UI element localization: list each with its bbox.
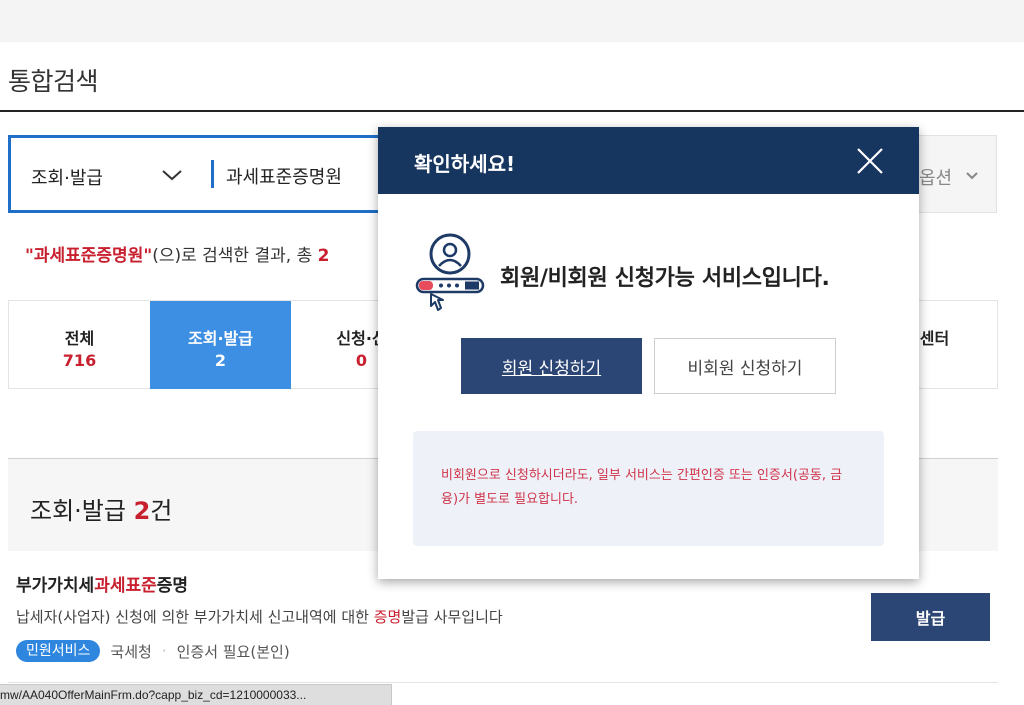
tab-count: 716	[62, 351, 97, 370]
option-label: 옵션	[919, 168, 953, 189]
agency-label: 국세청	[110, 642, 152, 661]
result-item-title[interactable]: 부가가치세과세표준증명	[16, 571, 188, 596]
result-item-description: 납세자(사업자) 신청에 의한 부가가치세 신고내역에 대한 증명발급 사무입니…	[16, 606, 503, 627]
title-suffix: 증명	[156, 576, 189, 596]
section-count: 2	[133, 497, 151, 525]
desc-highlight: 증명	[373, 608, 402, 626]
desc-suffix: 발급 사무입니다	[401, 608, 503, 626]
tab-count: 2	[214, 351, 227, 370]
result-keyword: "과세표준증명원"	[25, 246, 153, 266]
close-icon[interactable]	[856, 147, 884, 175]
confirm-modal: 확인하세요! 회원/비회원 신청가능 서비스입니다. 회원 신청하기 비회원 신…	[378, 127, 919, 579]
section-unit: 건	[150, 497, 173, 525]
result-summary-text: (으)로 검색한 결과, 총	[152, 246, 318, 266]
desc-prefix: 납세자(사업자) 신청에 의한 부가가치세 신고내역에 대한	[16, 608, 374, 626]
modal-title: 확인하세요!	[414, 152, 516, 176]
issue-button[interactable]: 발급	[871, 593, 990, 641]
search-box: 조회·발급	[8, 135, 408, 213]
status-bar-url: mw/AA040OfferMainFrm.do?capp_biz_cd=1210…	[0, 684, 392, 705]
result-summary: "과세표준증명원"(으)로 검색한 결과, 총 2	[25, 241, 329, 266]
modal-notice: 비회원으로 신청하시더라도, 일부 서비스는 간편인증 또는 인증서(공동, 금…	[413, 431, 884, 546]
search-category-select[interactable]: 조회·발급	[31, 164, 103, 190]
chevron-down-icon	[965, 167, 979, 180]
search-divider	[211, 160, 214, 188]
meta-separator: ·	[161, 642, 167, 660]
browser-top-area	[0, 0, 1024, 42]
result-item-meta: 민원서비스 국세청 · 인증서 필요(본인)	[16, 640, 290, 662]
service-type-badge: 민원서비스	[16, 640, 101, 662]
item-divider	[8, 682, 998, 683]
member-apply-button[interactable]: 회원 신청하기	[461, 338, 642, 394]
tab-label: 전체	[64, 329, 95, 348]
section-heading: 조회·발급 2건	[30, 491, 172, 526]
tab-label: 조회·발급	[188, 329, 253, 348]
nonmember-apply-button[interactable]: 비회원 신청하기	[654, 338, 836, 394]
modal-header: 확인하세요!	[378, 127, 919, 194]
section-title: 조회·발급	[30, 497, 126, 525]
user-login-icon	[413, 232, 487, 316]
title-divider	[0, 110, 1024, 112]
cert-requirement: 인증서 필요(본인)	[176, 642, 290, 661]
chevron-down-icon[interactable]	[161, 166, 183, 184]
tab-all[interactable]: 전체 716	[9, 301, 150, 389]
modal-message: 회원/비회원 신청가능 서비스입니다.	[500, 266, 830, 291]
title-prefix: 부가가치세	[16, 576, 95, 596]
result-total-count: 2	[317, 246, 330, 266]
title-highlight: 과세표준	[94, 576, 157, 596]
tab-inquiry-issue[interactable]: 조회·발급 2	[150, 301, 291, 389]
page-title: 통합검색	[8, 67, 99, 96]
